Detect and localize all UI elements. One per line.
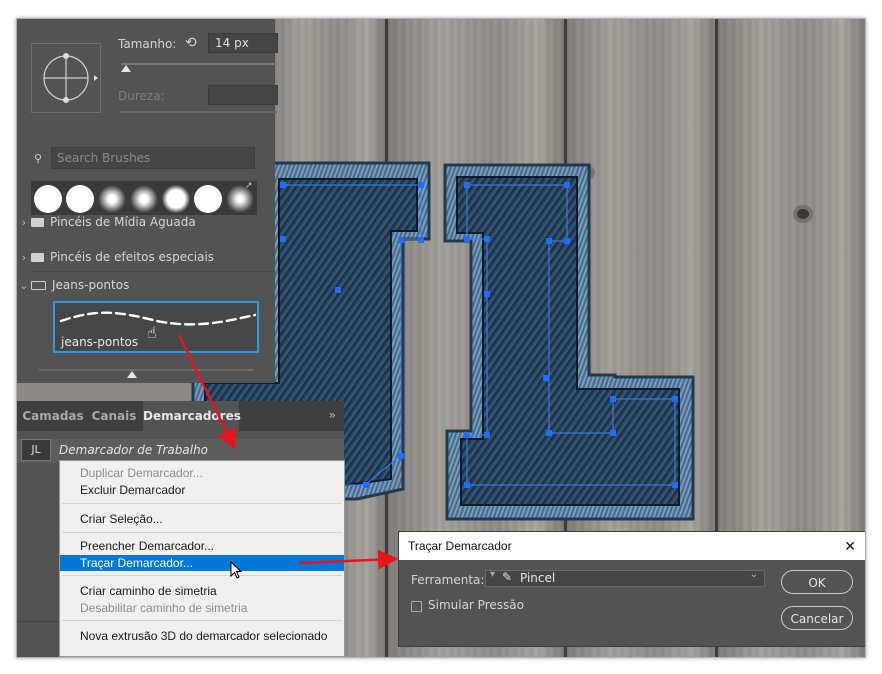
red-arrow-icon bbox=[177, 334, 236, 450]
screenshot-frame: Tamanho: ⟲ 14 px Dureza: ⚲ Search Brushe… bbox=[16, 18, 866, 658]
red-arrow-icon bbox=[298, 549, 398, 570]
annotation-arrows bbox=[177, 334, 398, 570]
